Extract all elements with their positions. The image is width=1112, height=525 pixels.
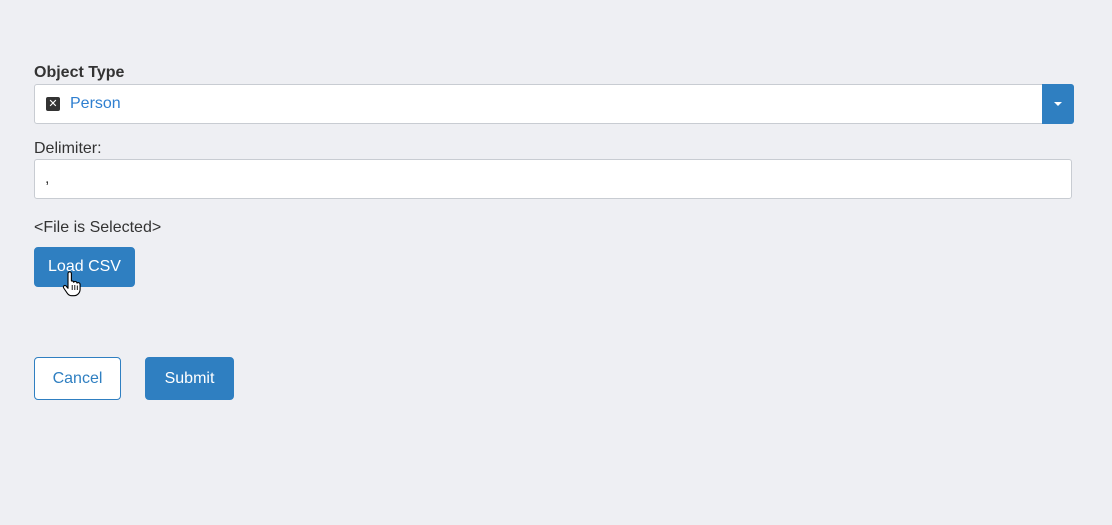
load-csv-button[interactable]: Load CSV: [34, 247, 135, 287]
dropdown-toggle-button[interactable]: [1042, 84, 1074, 124]
hand-pointer-icon: [62, 271, 81, 297]
delimiter-label: Delimiter:: [34, 140, 102, 157]
delimiter-input[interactable]: [34, 159, 1072, 199]
cancel-button[interactable]: Cancel: [34, 357, 121, 400]
submit-button[interactable]: Submit: [145, 357, 234, 400]
file-status-text: <File is Selected>: [34, 219, 162, 236]
object-type-label: Object Type: [34, 64, 125, 81]
clear-icon[interactable]: ✕: [46, 97, 60, 111]
object-type-select[interactable]: ✕ Person: [34, 84, 1074, 124]
chevron-down-icon: [1054, 102, 1062, 106]
object-type-selected-value: Person: [70, 95, 121, 112]
